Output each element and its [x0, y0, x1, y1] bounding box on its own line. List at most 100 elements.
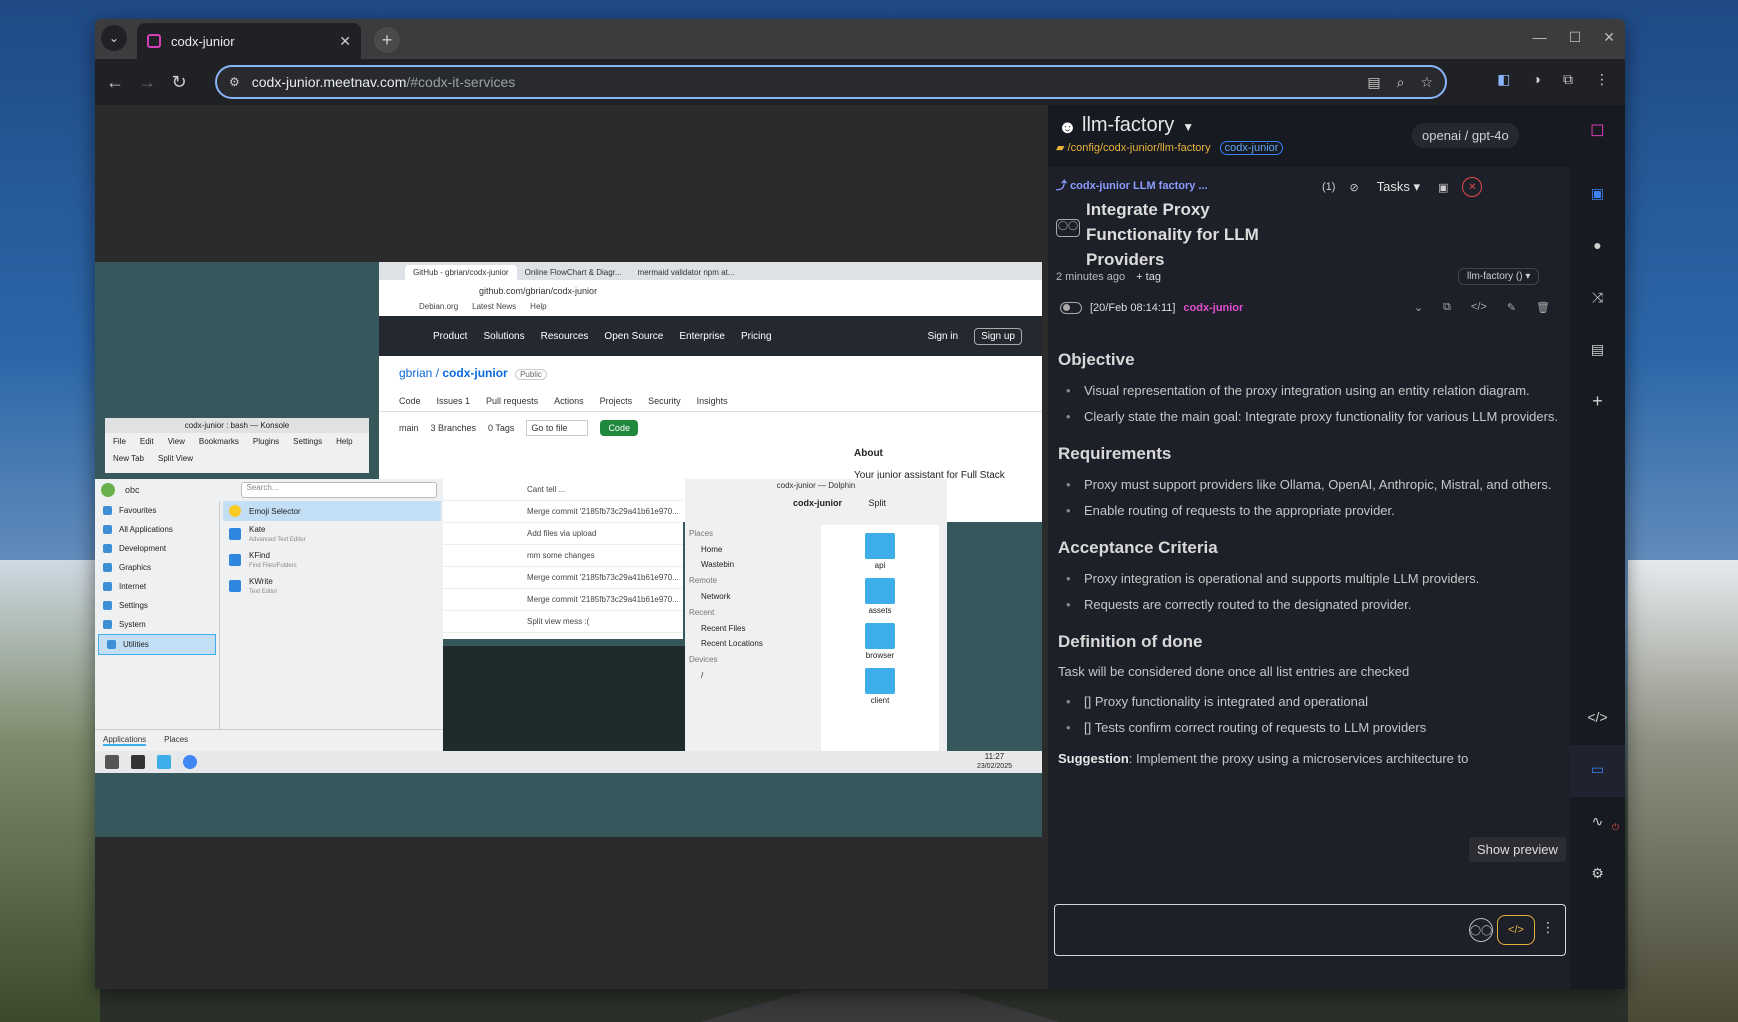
project-path-text[interactable]: /config/codx-junior/llm-factory [1068, 142, 1211, 154]
project-tag-badge[interactable]: codx-junior [1219, 141, 1284, 155]
place-home[interactable]: Home [685, 542, 819, 557]
launcher-app-kwrite[interactable]: KWrite Text Editor [223, 573, 441, 599]
commit-row[interactable]: Merge commit '2185fb73c29a41b61e970... [443, 567, 683, 589]
profile-icon[interactable]: ● [1570, 237, 1625, 253]
commit-row[interactable]: Cant tell ... [443, 479, 683, 501]
clipboard-icon[interactable]: ▤ [1367, 74, 1380, 91]
gh-tab-issues[interactable]: Issues 1 [437, 396, 471, 406]
add-tag-button[interactable]: + tag [1136, 271, 1161, 283]
bookmark-star-icon[interactable]: ☆ [1420, 74, 1433, 91]
avatar[interactable] [101, 483, 115, 497]
commit-row[interactable]: Merge commit '2185fb73c29a41b61e970... [443, 501, 683, 523]
message-composer[interactable]: ◯◯ </> ⋮ [1054, 904, 1566, 956]
konsole-split-view[interactable]: Split View [158, 454, 193, 463]
back-icon[interactable]: ← [99, 72, 131, 93]
gh-go-to-file[interactable]: Go to file [526, 420, 589, 436]
gh-tab-code[interactable]: Code [399, 396, 421, 406]
add-icon[interactable]: + [1570, 391, 1625, 412]
close-tab-icon[interactable]: ✕ [339, 33, 351, 50]
gh-branches[interactable]: 3 Branches [431, 423, 477, 433]
place-recent-files[interactable]: Recent Files [685, 621, 819, 636]
site-info-icon[interactable]: ⚙ [229, 75, 240, 89]
taskbar-clock[interactable]: 11:27 23/02/2025 [977, 752, 1012, 771]
minimize-icon[interactable]: — [1533, 29, 1547, 46]
translate-icon[interactable]: ◧ [1497, 71, 1510, 88]
gh-owner[interactable]: gbrian [399, 366, 432, 380]
menu-kebab-icon[interactable]: ⋮ [1595, 71, 1609, 88]
github-url[interactable]: github.com/gbrian/codx-junior [379, 280, 1042, 302]
launcher-app-kate[interactable]: Kate Advanced Text Editor [223, 521, 441, 547]
forward-icon[interactable]: → [131, 72, 163, 93]
task-title[interactable]: Integrate Proxy Functionality for LLM Pr… [1086, 197, 1306, 272]
konsole-menu-edit[interactable]: Edit [140, 437, 154, 446]
puzzle-icon[interactable]: ⧉ [1563, 71, 1573, 88]
collapse-chevron-icon[interactable]: ⌄ [1414, 301, 1423, 314]
gear-icon[interactable]: ⚙ [1570, 865, 1625, 882]
gh-nav-resources[interactable]: Resources [541, 331, 589, 342]
gh-sign-up[interactable]: Sign up [974, 327, 1022, 345]
launcher-cat-graphics[interactable]: Graphics [95, 558, 219, 577]
chat-mode-icon[interactable]: ◯◯ [1469, 918, 1493, 942]
launcher-search-input[interactable]: Search... [241, 482, 437, 498]
code-icon[interactable]: </> [1570, 709, 1625, 725]
gh-nav-product[interactable]: Product [433, 331, 467, 342]
github-tab-2[interactable]: Online FlowChart & Diagr... [517, 265, 630, 280]
parent-task-link[interactable]: ⤴ codx-junior LLM factory ... [1056, 177, 1208, 193]
close-window-icon[interactable]: ✕ [1603, 29, 1615, 46]
gh-nav-opensource[interactable]: Open Source [604, 331, 663, 342]
launcher-cat-system[interactable]: System [95, 615, 219, 634]
terminal-icon[interactable] [131, 755, 145, 769]
code-mode-icon[interactable]: </> [1497, 915, 1535, 945]
gh-nav-solutions[interactable]: Solutions [483, 331, 524, 342]
remote-desktop-preview[interactable]: GitHub - gbrian/codx-junior Online FlowC… [95, 262, 1042, 837]
monitor-icon[interactable]: ▭ [1570, 745, 1625, 797]
gh-tab-projects[interactable]: Projects [600, 396, 633, 406]
launcher-app-kfind[interactable]: KFind Find Files/Folders [223, 547, 441, 573]
git-icon[interactable]: ⤨ [1570, 289, 1625, 306]
reload-icon[interactable]: ↻ [163, 72, 195, 93]
konsole-menu-plugins[interactable]: Plugins [253, 437, 279, 446]
place-wastebin[interactable]: Wastebin [685, 557, 819, 572]
message-toggle[interactable] [1060, 301, 1082, 314]
dolphin-split[interactable]: Split [869, 498, 887, 508]
new-tab-button[interactable]: + [374, 27, 400, 53]
gh-tab-actions[interactable]: Actions [554, 396, 584, 406]
copy-icon[interactable]: ⧉ [1443, 301, 1451, 314]
kanban-icon[interactable]: ▣ [1570, 185, 1625, 202]
launcher-app-emoji[interactable]: Emoji Selector [223, 501, 441, 521]
book-icon[interactable]: ▤ [1570, 341, 1625, 358]
launcher-cat-all[interactable]: All Applications [95, 520, 219, 539]
model-badge[interactable]: openai / gpt-4o [1412, 123, 1519, 148]
launcher-tab-applications[interactable]: Applications [103, 735, 147, 746]
konsole-new-tab[interactable]: New Tab [113, 454, 144, 463]
launcher-tab-places[interactable]: Places [164, 735, 188, 746]
project-selector[interactable]: llm-factory ▼ [1082, 114, 1194, 137]
folder-client[interactable]: client [821, 668, 939, 705]
task-project-select[interactable]: llm-factory () ▾ [1458, 268, 1540, 285]
launcher-cat-development[interactable]: Development [95, 539, 219, 558]
commit-row[interactable]: Merge commit '2185fb73c29a41b61e970... [443, 589, 683, 611]
eye-off-icon[interactable]: ⊘ [1349, 181, 1358, 194]
edit-pencil-icon[interactable]: ✎ [1507, 301, 1516, 314]
folder-browser[interactable]: browser [821, 623, 939, 660]
close-task-icon[interactable]: ✕ [1462, 177, 1483, 197]
github-tab-3[interactable]: mermaid validator npm at... [630, 265, 743, 280]
gh-nav-enterprise[interactable]: Enterprise [679, 331, 725, 342]
codx-logo-icon[interactable]: ◻ [1570, 119, 1625, 140]
gh-code-button[interactable]: Code [600, 420, 638, 436]
gh-repo[interactable]: codx-junior [442, 366, 507, 380]
delete-trash-icon[interactable]: 🗑 [1536, 301, 1550, 314]
bookmark-news[interactable]: Latest News [472, 302, 516, 316]
place-network[interactable]: Network [685, 589, 819, 604]
dolphin-icon[interactable] [157, 755, 171, 769]
github-tab-1[interactable]: GitHub - gbrian/codx-junior [405, 265, 517, 280]
gh-sign-in[interactable]: Sign in [928, 331, 959, 342]
code-view-icon[interactable]: </> [1471, 301, 1487, 314]
gh-nav-pricing[interactable]: Pricing [741, 331, 772, 342]
gh-tab-prs[interactable]: Pull requests [486, 396, 538, 406]
konsole-menu-help[interactable]: Help [336, 437, 352, 446]
dolphin-location[interactable]: codx-junior [793, 498, 842, 508]
commit-row[interactable]: Split view mess :( [443, 611, 683, 633]
kde-launcher-icon[interactable] [105, 755, 119, 769]
launcher-cat-utilities[interactable]: Utilities [98, 634, 216, 655]
